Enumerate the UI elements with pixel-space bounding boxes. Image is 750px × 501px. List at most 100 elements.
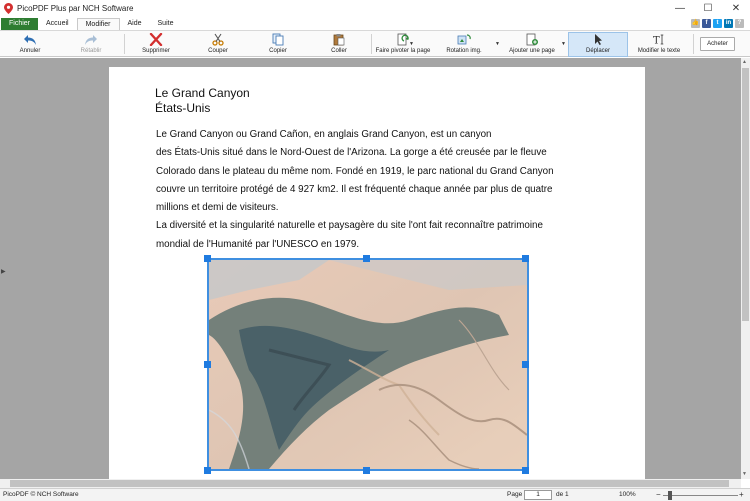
resize-handle-right[interactable]: [522, 361, 529, 368]
undo-button[interactable]: Annuler: [15, 33, 45, 57]
zoom-level[interactable]: 100%: [619, 491, 636, 498]
rotate-page-button[interactable]: Faire pivoter la page: [375, 33, 431, 57]
cut-label: Couper: [208, 48, 228, 54]
tab-suite[interactable]: Suite: [150, 18, 182, 30]
linkedin-icon[interactable]: in: [724, 19, 733, 28]
facebook-icon[interactable]: f: [702, 19, 711, 28]
undo-icon: [24, 35, 36, 45]
resize-handle-left[interactable]: [204, 361, 211, 368]
window-title: PicoPDF Plus par NCH Software: [17, 4, 134, 13]
text-line[interactable]: millions et demi de visiteurs.: [156, 199, 606, 217]
minimize-icon[interactable]: —: [666, 0, 694, 17]
selected-image[interactable]: [207, 258, 529, 471]
maximize-icon[interactable]: ☐: [694, 0, 722, 17]
text-cursor-icon: T: [653, 34, 664, 47]
toolbar-separator: [371, 34, 372, 54]
scrollbar-thumb[interactable]: [10, 480, 729, 487]
cut-button[interactable]: Couper: [203, 33, 233, 57]
text-line[interactable]: mondial de l'Humanité par l'UNESCO en 19…: [156, 236, 606, 254]
toolbar-separator: [124, 34, 125, 54]
text-line[interactable]: Colorado dans le plateau du même nom. Fo…: [156, 163, 606, 181]
edit-text-label: Modifier le texte: [637, 48, 681, 54]
scroll-down-icon[interactable]: ▼: [742, 471, 747, 477]
tab-edit[interactable]: Modifier: [76, 18, 120, 30]
menu-tabs: Fichier Accueil Modifier Aide Suite 👍 f …: [0, 17, 750, 30]
page-number-input[interactable]: 1: [524, 490, 552, 500]
redo-label: Rétablir: [80, 48, 102, 54]
rotate-image-label: Rotation img.: [446, 48, 482, 54]
buy-button[interactable]: Acheter: [700, 37, 735, 51]
scroll-up-icon[interactable]: ▲: [742, 59, 747, 65]
pdf-page[interactable]: Le Grand Canyon États-Unis Le Grand Cany…: [109, 67, 645, 479]
panel-expand-icon[interactable]: ▶: [1, 268, 6, 275]
toolbar: Annuler Rétablir Supprimer Couper Copier…: [0, 30, 750, 57]
title-bar: PicoPDF Plus par NCH Software — ☐ ✕: [0, 0, 750, 17]
toolbar-separator: [693, 34, 694, 54]
twitter-icon[interactable]: t: [713, 19, 722, 28]
chevron-down-icon[interactable]: ▼: [495, 41, 500, 47]
chevron-down-icon[interactable]: ▼: [561, 41, 566, 47]
social-links: 👍 f t in ?: [691, 19, 744, 28]
scissors-icon: [212, 33, 224, 46]
delete-button[interactable]: Supprimer: [141, 33, 171, 57]
resize-handle-bottom-right[interactable]: [522, 467, 529, 474]
text-line[interactable]: des États-Unis situé dans le Nord-Ouest …: [156, 144, 606, 162]
thumbs-up-icon[interactable]: 👍: [691, 19, 700, 28]
tab-home[interactable]: Accueil: [38, 18, 77, 30]
vertical-scrollbar[interactable]: ▲ ▼: [741, 58, 750, 479]
rotate-page-icon: [397, 33, 409, 46]
resize-handle-bottom-left[interactable]: [204, 467, 211, 474]
window-controls: — ☐ ✕: [666, 0, 750, 17]
clipboard-icon: [333, 34, 345, 46]
horizontal-scrollbar[interactable]: [0, 479, 741, 488]
copy-label: Copier: [269, 48, 287, 54]
document-workspace[interactable]: ▶ Le Grand Canyon États-Unis Le Grand Ca…: [0, 58, 741, 479]
document-title[interactable]: Le Grand Canyon: [155, 86, 250, 101]
document-subtitle[interactable]: États-Unis: [155, 101, 250, 116]
status-bar: PicoPDF © NCH Software Page 1 de 1 100% …: [0, 488, 750, 501]
undo-label: Annuler: [19, 48, 41, 54]
zoom-slider[interactable]: [663, 495, 738, 496]
help-icon[interactable]: ?: [735, 19, 744, 28]
add-page-icon: [526, 33, 538, 46]
copy-icon: [272, 33, 284, 46]
move-cursor-icon: [595, 34, 602, 45]
resize-handle-top-right[interactable]: [522, 255, 529, 262]
resize-handle-bottom[interactable]: [363, 467, 370, 474]
rotate-image-button[interactable]: Rotation img.: [446, 33, 482, 57]
zoom-in-icon[interactable]: +: [739, 490, 744, 499]
scrollbar-thumb[interactable]: [742, 68, 749, 321]
page-label: Page: [507, 491, 523, 498]
move-label: Déplacer: [585, 48, 610, 54]
move-button[interactable]: Déplacer: [568, 32, 628, 57]
text-line[interactable]: couvre un territoire protégé de 4 927 km…: [156, 181, 606, 199]
copyright-text: PicoPDF © NCH Software: [3, 491, 79, 498]
document-paragraph[interactable]: Le Grand Canyon ou Grand Cañon, en angla…: [156, 126, 606, 254]
rotate-page-label: Faire pivoter la page: [375, 48, 431, 54]
zoom-slider-handle[interactable]: [668, 491, 672, 500]
tab-file[interactable]: Fichier: [1, 18, 39, 30]
grand-canyon-aerial-photo: [209, 260, 527, 469]
resize-handle-top-left[interactable]: [204, 255, 211, 262]
delete-label: Supprimer: [142, 48, 170, 54]
resize-handle-top[interactable]: [363, 255, 370, 262]
tab-help[interactable]: Aide: [120, 18, 150, 30]
text-line[interactable]: La diversité et la singularité naturelle…: [156, 217, 606, 235]
delete-icon: [149, 33, 163, 46]
rotate-image-icon: [457, 34, 471, 45]
text-line[interactable]: Le Grand Canyon ou Grand Cañon, en angla…: [156, 126, 606, 144]
paste-label: Coller: [331, 48, 347, 54]
document-heading[interactable]: Le Grand Canyon États-Unis: [155, 86, 250, 116]
edit-text-button[interactable]: T Modifier le texte: [636, 33, 682, 57]
close-icon[interactable]: ✕: [722, 0, 750, 17]
zoom-out-icon[interactable]: −: [656, 490, 661, 499]
svg-text:T: T: [653, 36, 660, 47]
redo-icon: [85, 35, 97, 45]
paste-button[interactable]: Coller: [324, 33, 354, 57]
app-logo-icon: [4, 3, 13, 14]
copy-button[interactable]: Copier: [263, 33, 293, 57]
chevron-down-icon[interactable]: ▼: [409, 41, 414, 47]
add-page-button[interactable]: Ajouter une page: [507, 33, 557, 57]
add-page-label: Ajouter une page: [509, 48, 555, 54]
redo-button[interactable]: Rétablir: [76, 33, 106, 57]
